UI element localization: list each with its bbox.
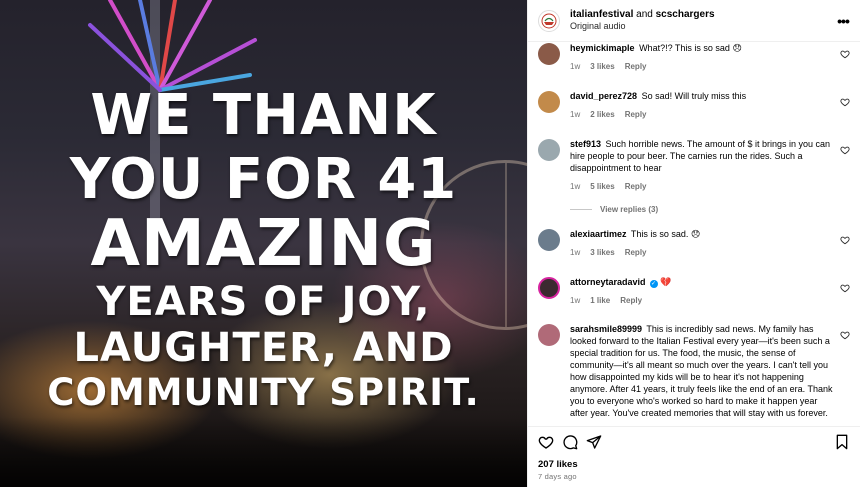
post-image[interactable]: WE THANK YOU FOR 41 AMAZING YEARS OF JOY… (0, 0, 527, 487)
comment-item: alexiaartimez This is so sad. 😞 1w 3 lik… (528, 228, 860, 259)
post-headline: WE THANK YOU FOR 41 AMAZING YEARS OF JOY… (0, 83, 527, 414)
comment-meta: 1w 5 likes Reply (570, 181, 834, 193)
reply-button[interactable]: Reply (625, 109, 647, 121)
heart-icon[interactable] (538, 434, 554, 450)
comment-text: Such horrible news. The amount of $ it b… (570, 139, 831, 173)
comment-username[interactable]: sarahsmile89999 (570, 324, 642, 334)
comment-likes[interactable]: 3 likes (590, 61, 614, 73)
headline-line-5: LAUGHTER, AND (73, 325, 454, 371)
comment-body: heymickimaple What?!? This is so sad 😞 1… (570, 42, 834, 73)
heart-icon[interactable] (840, 94, 850, 107)
comment-meta: 1w 3 likes Reply (570, 61, 834, 73)
commenter-avatar[interactable] (538, 277, 560, 299)
bookmark-icon[interactable] (834, 434, 850, 450)
post-authors: italianfestival and scschargers (570, 9, 836, 21)
verified-badge-icon: ✓ (649, 280, 658, 288)
comment-likes[interactable]: 2 likes (590, 109, 614, 121)
audio-link[interactable]: Original audio (570, 21, 836, 32)
comment-body: sarahsmile89999 This is incredibly sad n… (570, 323, 834, 419)
comment-username[interactable]: attorneytaradavid (570, 277, 646, 287)
comment-text: So sad! Will truly miss this (641, 91, 747, 101)
comment-username[interactable]: david_perez728 (570, 91, 637, 101)
view-replies-button[interactable]: View replies (3) (528, 205, 860, 214)
festival-logo-icon (541, 13, 557, 28)
comment-body: stef913 Such horrible news. The amount o… (570, 138, 834, 193)
ground-shadow (0, 417, 527, 487)
author-link[interactable]: italianfestival (570, 9, 633, 20)
commenter-avatar[interactable] (538, 139, 560, 161)
comment-text: This is incredibly sad news. My family h… (570, 324, 833, 418)
comment-username[interactable]: alexiaartimez (570, 229, 627, 239)
comment-body: david_perez728 So sad! Will truly miss t… (570, 90, 834, 121)
comment-time: 1w (570, 110, 581, 119)
headline-line-6: COMMUNITY SPIRIT. (47, 371, 480, 414)
comment-item: heymickimaple What?!? This is so sad 😞 1… (528, 42, 860, 73)
comment-item: stef913 Such horrible news. The amount o… (528, 138, 860, 193)
comment-body: alexiaartimez This is so sad. 😞 1w 3 lik… (570, 228, 834, 259)
reply-button[interactable]: Reply (625, 61, 647, 73)
heart-icon[interactable] (840, 327, 850, 340)
commenter-avatar[interactable] (538, 324, 560, 346)
heart-icon[interactable] (840, 280, 850, 293)
comment-username[interactable]: heymickimaple (570, 43, 635, 53)
coauthor-link[interactable]: scschargers (656, 9, 715, 20)
author-conjunction: and (636, 9, 653, 21)
reply-button[interactable]: Reply (625, 247, 647, 259)
comment-username[interactable]: stef913 (570, 139, 601, 149)
post-actions-bar (528, 426, 860, 456)
comment-time: 1w (570, 62, 581, 71)
commenter-avatar[interactable] (538, 229, 560, 251)
replies-divider (570, 209, 592, 210)
comment-likes[interactable]: 1 like (590, 295, 610, 307)
comment-text: 💔 (660, 277, 672, 287)
comment-item: david_perez728 So sad! Will truly miss t… (528, 90, 860, 121)
comment-body: attorneytaradavid ✓ 💔 1w 1 like Reply (570, 276, 834, 307)
comment-list[interactable]: heymickimaple What?!? This is so sad 😞 1… (528, 42, 860, 426)
heart-icon[interactable] (840, 232, 850, 245)
commenter-avatar[interactable] (538, 43, 560, 65)
reply-button[interactable]: Reply (625, 181, 647, 193)
reply-button[interactable]: Reply (620, 295, 642, 307)
headline-line-3: AMAZING (90, 207, 437, 281)
post-timestamp: 7 days ago (538, 472, 577, 481)
headline-line-2: YOU FOR 41 (69, 147, 458, 212)
comment-time: 1w (570, 248, 581, 257)
comment-meta: 1w 3 likes Reply (570, 247, 834, 259)
comment-meta: 1w 1 like Reply (570, 295, 834, 307)
post-header: italianfestival and scschargers Original… (528, 0, 860, 42)
comment-meta: 1w 2 likes Reply (570, 109, 834, 121)
post-viewer: WE THANK YOU FOR 41 AMAZING YEARS OF JOY… (0, 0, 860, 487)
author-avatar[interactable] (538, 9, 560, 32)
likes-count[interactable]: 207 likes (528, 459, 860, 470)
view-replies-label: View replies (3) (600, 205, 659, 214)
comment-icon[interactable] (562, 434, 578, 450)
comment-time: 1w (570, 296, 581, 305)
heart-icon[interactable] (840, 142, 850, 155)
bottom-padding (528, 481, 860, 487)
headline-line-4: YEARS OF JOY, (96, 279, 431, 325)
comment-text: This is so sad. 😞 (630, 229, 701, 239)
comment-time: 1w (570, 182, 581, 191)
post-header-text: italianfestival and scschargers Original… (570, 9, 836, 32)
comments-panel: italianfestival and scschargers Original… (527, 0, 860, 487)
more-horizontal-icon[interactable]: ••• (836, 13, 850, 29)
comment-text: What?!? This is so sad 😞 (639, 43, 742, 53)
headline-line-1: WE THANK (90, 83, 437, 148)
comment-item: sarahsmile89999 This is incredibly sad n… (528, 323, 860, 419)
comment-item: attorneytaradavid ✓ 💔 1w 1 like Reply (528, 276, 860, 307)
comment-likes[interactable]: 5 likes (590, 181, 614, 193)
comment-likes[interactable]: 3 likes (590, 247, 614, 259)
share-icon[interactable] (586, 434, 602, 450)
commenter-avatar[interactable] (538, 91, 560, 113)
heart-icon[interactable] (840, 46, 850, 59)
